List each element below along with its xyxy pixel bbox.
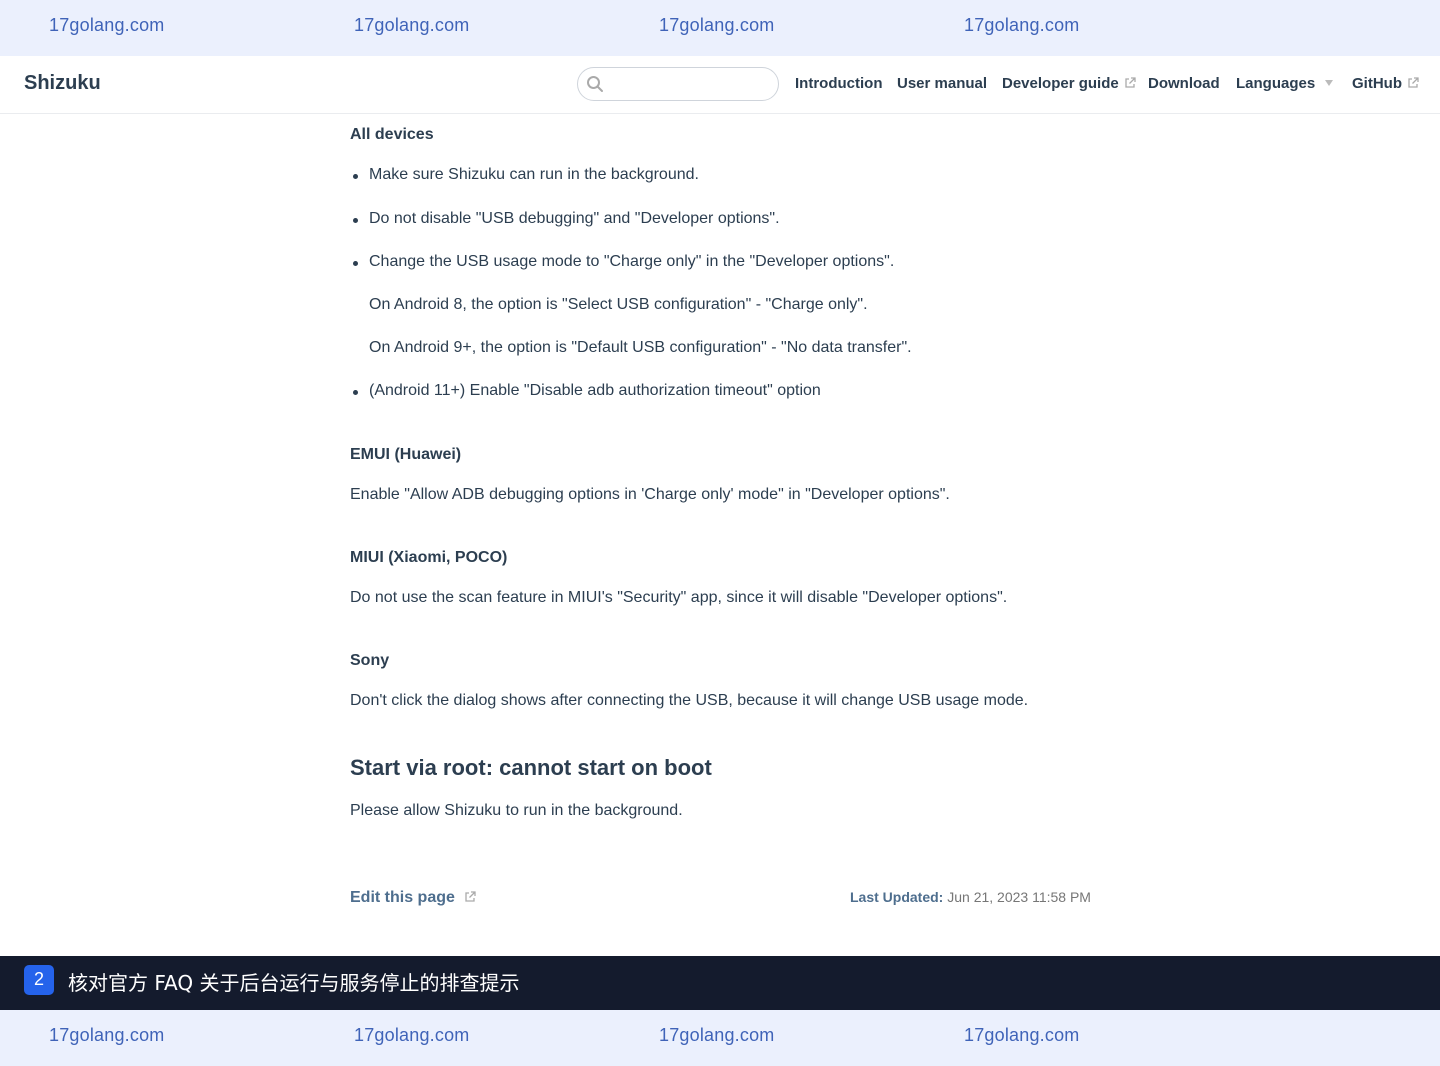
- search-input[interactable]: [577, 67, 779, 101]
- section-heading-miui: MIUI (Xiaomi, POCO): [350, 549, 508, 566]
- external-link-icon: [1125, 77, 1136, 88]
- nav-developer-guide[interactable]: Developer guide: [1002, 75, 1136, 92]
- watermark-text: 17golang.com: [659, 15, 775, 35]
- last-updated: Last Updated: Jun 21, 2023 11:58 PM: [850, 889, 1091, 905]
- list-sub-note: On Android 8, the option is "Select USB …: [369, 296, 868, 313]
- external-link-icon: [1408, 77, 1419, 88]
- chevron-down-icon: [1325, 80, 1334, 86]
- watermark-text: 17golang.com: [964, 15, 1080, 35]
- list-item: (Android 11+) Enable "Disable adb author…: [369, 382, 821, 399]
- paragraph-sony: Don't click the dialog shows after conne…: [350, 692, 1029, 709]
- nav-label: User manual: [897, 75, 988, 92]
- paragraph-root: Please allow Shizuku to run in the backg…: [350, 802, 683, 819]
- edit-page-link[interactable]: Edit this page: [350, 889, 476, 907]
- nav-introduction[interactable]: Introduction: [795, 75, 882, 92]
- navbar: Shizuku Introduction User manual Develop…: [0, 56, 1440, 114]
- list-sub-note: On Android 9+, the option is "Default US…: [369, 339, 912, 356]
- step-badge: 2: [24, 965, 54, 995]
- watermark-band-top: 17golang.com 17golang.com 17golang.com 1…: [0, 0, 1440, 56]
- edit-link-label: Edit this page: [350, 889, 455, 906]
- watermark-text: 17golang.com: [354, 1025, 470, 1045]
- nav-languages-dropdown[interactable]: Languages: [1236, 75, 1334, 92]
- paragraph-emui: Enable "Allow ADB debugging options in '…: [350, 486, 950, 503]
- list-bullet: [353, 261, 358, 266]
- watermark-text: 17golang.com: [49, 1025, 165, 1045]
- nav-label: Introduction: [795, 75, 883, 92]
- list-item: Make sure Shizuku can run in the backgro…: [369, 166, 699, 183]
- last-updated-label: Last Updated:: [850, 889, 944, 905]
- nav-label: GitHub: [1352, 75, 1402, 92]
- list-item: Change the USB usage mode to "Charge onl…: [369, 253, 895, 270]
- watermark-text: 17golang.com: [964, 1025, 1080, 1045]
- list-bullet: [353, 174, 358, 179]
- search-icon: [587, 76, 603, 92]
- list-bullet: [353, 218, 358, 223]
- watermark-text: 17golang.com: [49, 15, 165, 35]
- nav-label: Languages: [1236, 75, 1316, 92]
- caption-text: 核对官方 FAQ 关于后台运行与服务停止的排查提示: [68, 971, 520, 995]
- nav-label: Download: [1148, 75, 1220, 92]
- external-link-icon: [465, 891, 476, 902]
- last-updated-value: Jun 21, 2023 11:58 PM: [947, 889, 1091, 905]
- nav-label: Developer guide: [1002, 75, 1119, 92]
- watermark-band-bottom: 17golang.com 17golang.com 17golang.com 1…: [0, 1010, 1440, 1066]
- watermark-text: 17golang.com: [659, 1025, 775, 1045]
- list-bullet: [353, 390, 358, 395]
- section-heading-sony: Sony: [350, 652, 390, 669]
- nav-github[interactable]: GitHub: [1352, 75, 1419, 92]
- caption-bar: 2 核对官方 FAQ 关于后台运行与服务停止的排查提示: [0, 956, 1440, 1010]
- list-item: Do not disable "USB debugging" and "Deve…: [369, 210, 780, 227]
- nav-download[interactable]: Download: [1148, 75, 1220, 92]
- section-heading-emui: EMUI (Huawei): [350, 446, 462, 463]
- section-heading-all-devices: All devices: [350, 126, 434, 143]
- section-heading-root: Start via root: cannot start on boot: [350, 755, 712, 780]
- watermark-text: 17golang.com: [354, 15, 470, 35]
- site-name-link[interactable]: Shizuku: [24, 72, 101, 95]
- paragraph-miui: Do not use the scan feature in MIUI's "S…: [350, 589, 1008, 606]
- nav-user-manual[interactable]: User manual: [897, 75, 987, 92]
